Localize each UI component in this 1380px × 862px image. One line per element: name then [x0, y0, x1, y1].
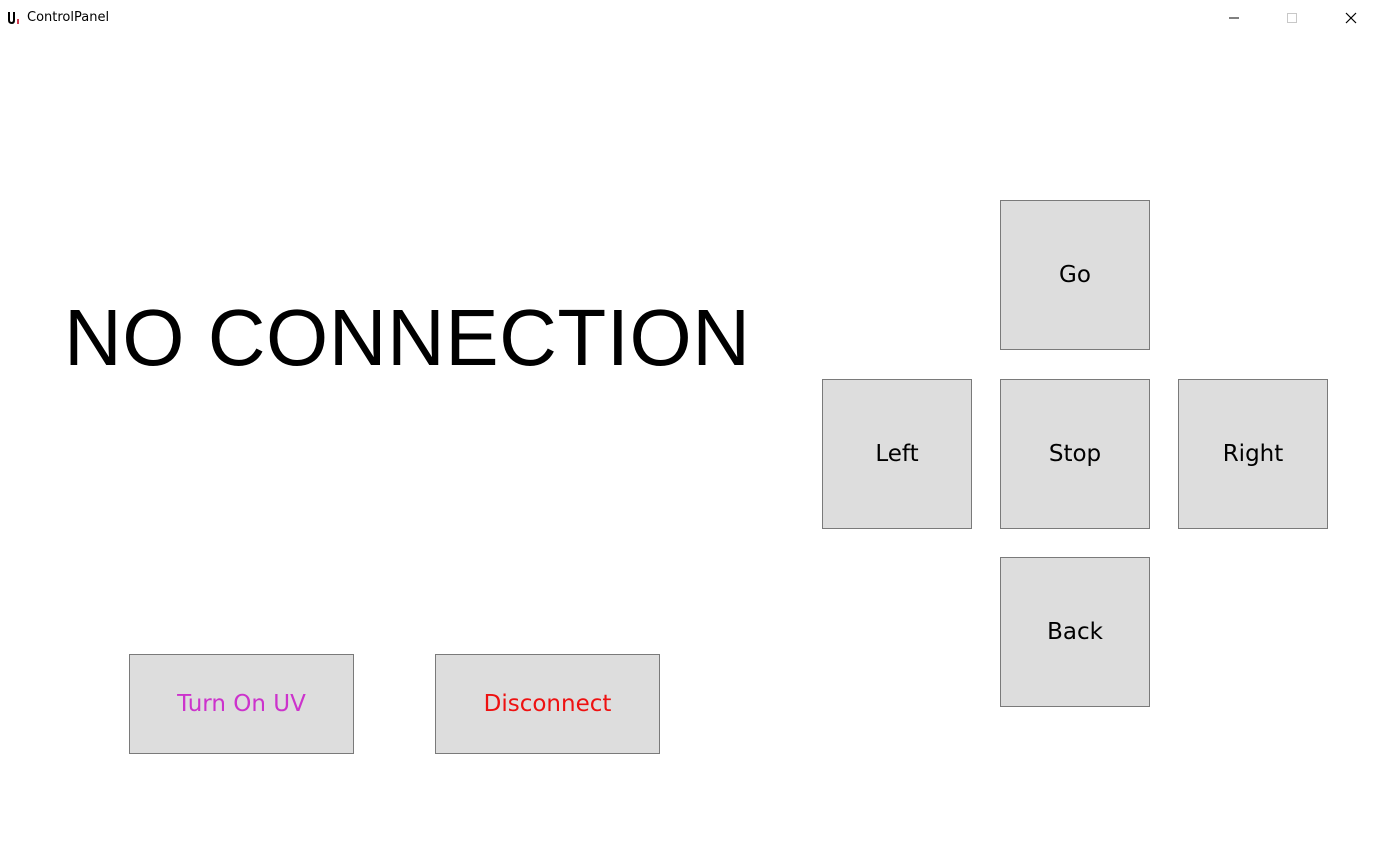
- close-icon: [1345, 9, 1357, 28]
- left-button[interactable]: Left: [822, 379, 972, 529]
- disconnect-button[interactable]: Disconnect: [435, 654, 660, 754]
- right-button-label: Right: [1222, 441, 1284, 467]
- window-title: ControlPanel: [27, 10, 110, 25]
- stop-button-label: Stop: [1048, 441, 1102, 467]
- disconnect-label: Disconnect: [483, 691, 612, 717]
- go-button[interactable]: Go: [1000, 200, 1150, 350]
- maximize-icon: [1286, 9, 1298, 28]
- stop-button[interactable]: Stop: [1000, 379, 1150, 529]
- connection-status-label: NO CONNECTION: [64, 293, 751, 382]
- left-button-label: Left: [875, 441, 919, 467]
- maximize-button[interactable]: [1263, 0, 1321, 36]
- turn-on-uv-button[interactable]: Turn On UV: [129, 654, 354, 754]
- minimize-button[interactable]: [1205, 0, 1263, 36]
- close-button[interactable]: [1322, 0, 1380, 36]
- control-panel-window: ControlPanel NO CONNECTION Go Left Stop …: [0, 0, 1380, 862]
- back-button-label: Back: [1047, 619, 1103, 645]
- right-button[interactable]: Right: [1178, 379, 1328, 529]
- app-u-logo-icon: [6, 10, 22, 26]
- back-button[interactable]: Back: [1000, 557, 1150, 707]
- turn-on-uv-label: Turn On UV: [177, 691, 306, 717]
- minimize-icon: [1228, 9, 1240, 28]
- title-bar[interactable]: ControlPanel: [0, 0, 1380, 36]
- go-button-label: Go: [1059, 262, 1091, 288]
